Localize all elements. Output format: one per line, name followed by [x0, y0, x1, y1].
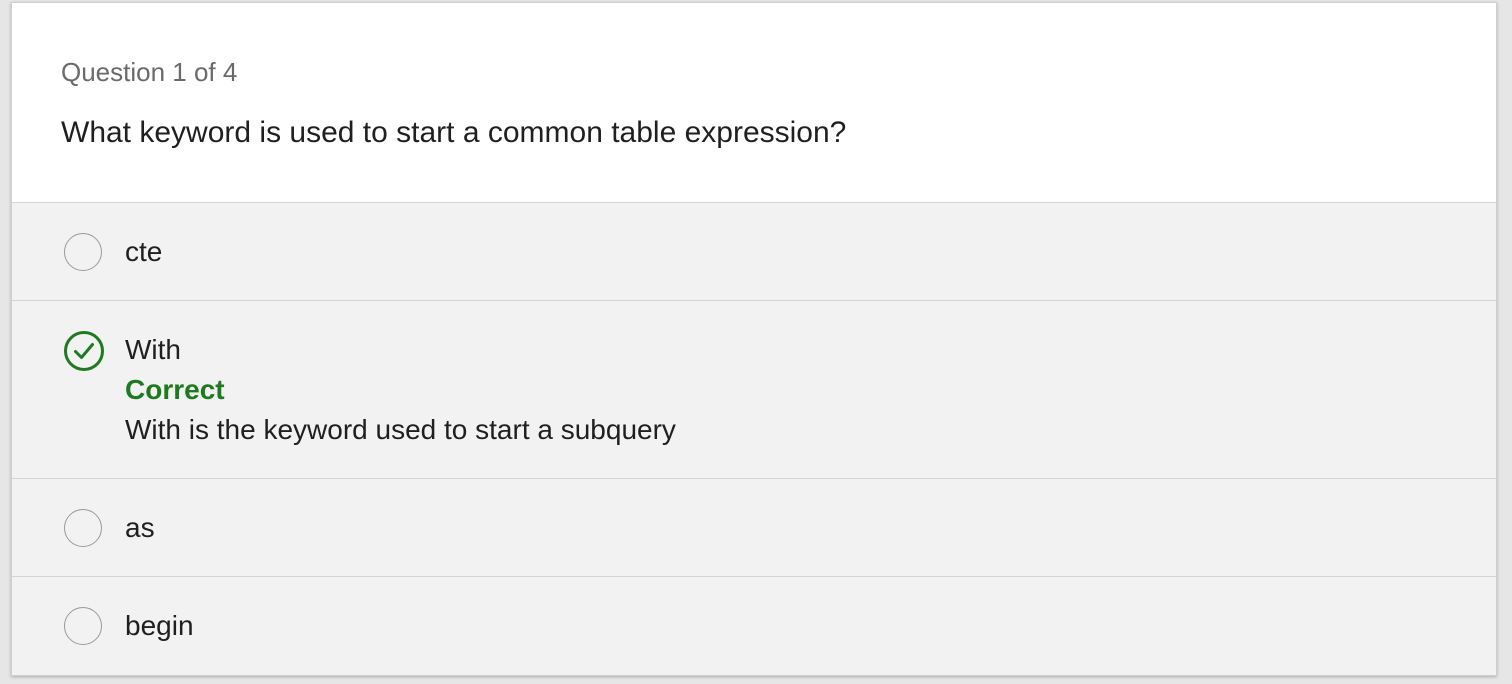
question-counter: Question 1 of 4: [61, 57, 238, 87]
option-begin[interactable]: begin: [12, 577, 1496, 675]
check-circle-icon[interactable]: [64, 331, 104, 371]
answer-options: cte With Correct With is the keyword use…: [12, 203, 1496, 675]
option-cte[interactable]: cte: [12, 203, 1496, 301]
option-as[interactable]: as: [12, 479, 1496, 577]
radio-circle-icon[interactable]: [64, 607, 102, 645]
radio-circle-icon[interactable]: [64, 233, 102, 271]
option-label: cte: [125, 236, 163, 267]
quiz-card: Question 1 of 4 What keyword is used to …: [11, 2, 1497, 676]
question-text: What keyword is used to start a common t…: [61, 116, 847, 149]
option-with[interactable]: With Correct With is the keyword used to…: [12, 301, 1496, 479]
option-label: With: [125, 334, 181, 365]
option-label: as: [125, 512, 155, 543]
feedback-text: With is the keyword used to start a subq…: [125, 414, 676, 445]
option-label: begin: [125, 610, 194, 641]
radio-circle-icon[interactable]: [64, 509, 102, 547]
feedback-status: Correct: [125, 374, 225, 405]
question-header: Question 1 of 4 What keyword is used to …: [12, 3, 1496, 203]
